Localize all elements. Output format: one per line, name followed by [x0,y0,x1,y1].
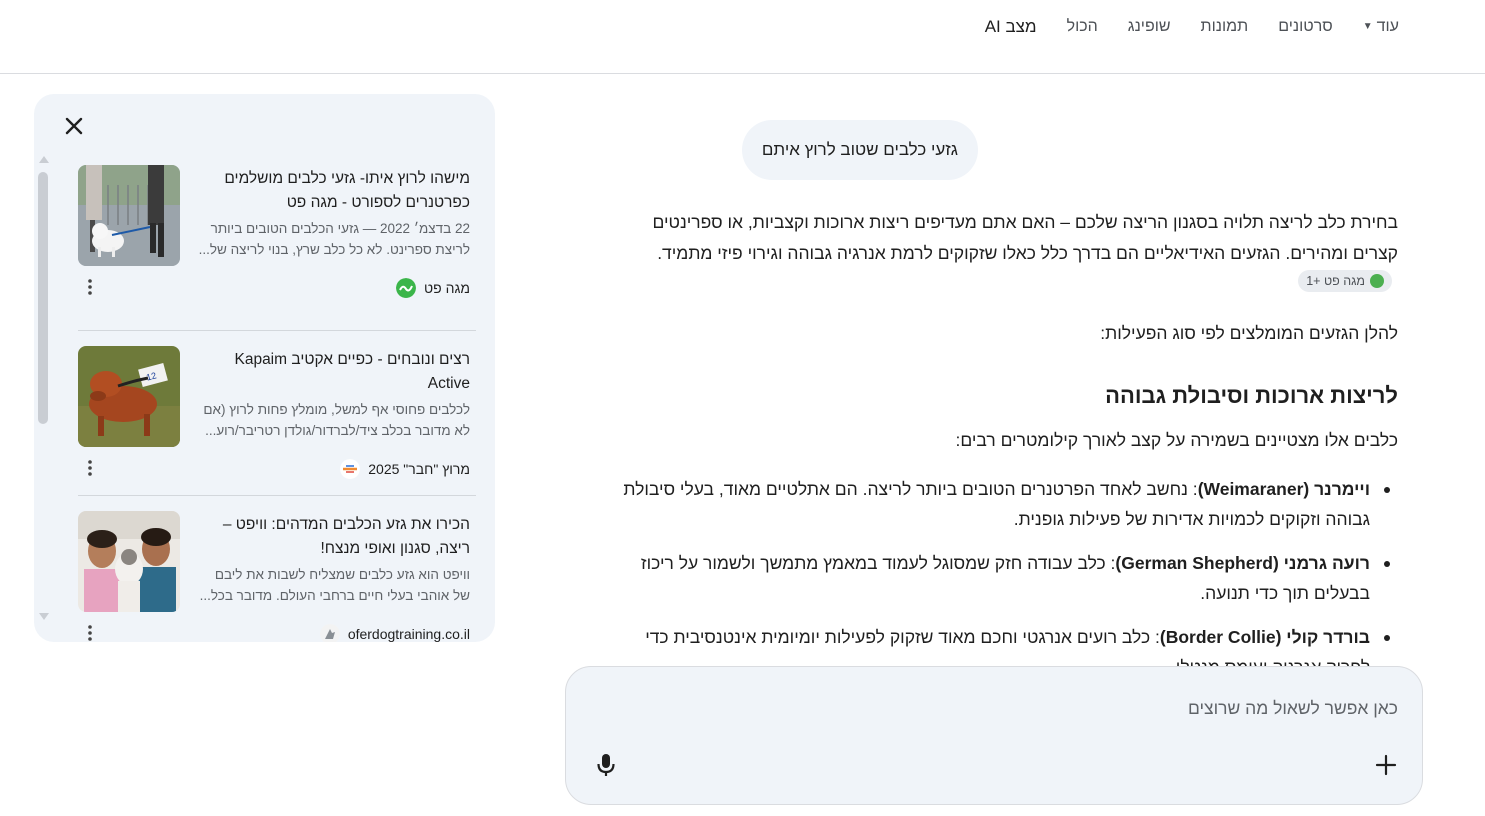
source-thumbnail [78,165,180,266]
sources-panel: מישהו לרוץ איתו- גזעי כלבים מושלמים כפרט… [34,94,495,642]
source-attribution: מגה פט [396,278,470,298]
megapet-favicon-icon [1370,274,1384,288]
caret-down-icon: ▼ [1362,21,1373,32]
list-item: ויימרנר (Weimaraner): נחשב לאחד הפרטנרים… [608,474,1398,534]
source-name: oferdogtraining.co.il [347,626,470,642]
tab-ai-mode[interactable]: מצב AI [985,16,1037,38]
list-item: רועה גרמני (German Shepherd): כלב עבודה … [608,548,1398,608]
megapet-favicon-icon [396,278,417,298]
lead-text: להלן הגזעים המומלצים לפי סוג הפעילות: [1100,323,1398,343]
ai-answer-area: גזעי כלבים שטוב לרוץ איתם בחירת כלב לריצ… [560,74,1420,666]
source-card[interactable]: 12 רצים ונובחים - כפיים אקטיב Kapaim Act… [78,330,476,495]
more-options-icon[interactable] [84,458,96,478]
citation-chip[interactable]: מגה פט +1 [1298,270,1392,292]
source-cards: מישהו לרוץ איתו- גזעי כלבים מושלמים כפרט… [78,165,476,642]
source-title[interactable]: מישהו לרוץ איתו- גזעי כלבים מושלמים כפרט… [200,167,470,215]
source-title[interactable]: הכירו את גזע הכלבים המדהים: וויפט – ריצה… [200,513,470,561]
list-item: בורדר קולי (Border Collie): כלב רועים אנ… [608,622,1398,666]
scroll-up-arrow-icon[interactable] [38,154,50,164]
more-options-icon[interactable] [84,277,96,297]
source-thumbnail: 12 [78,346,180,447]
ask-input[interactable] [698,695,1398,721]
intro-paragraph: בחירת כלב לריצה תלויה בסגנון הריצה שלכם … [608,207,1398,300]
section-intro: כלבים אלו מצטיינים בשמירה על קצב לאורך ק… [955,430,1399,450]
source-title[interactable]: רצים ונובחים - כפיים אקטיב Kapaim Active [200,348,470,396]
source-name: מגה פט [424,280,470,296]
source-snippet: 22 בדצמ׳ 2022 — גזעי הכלבים הטובים ביותר… [198,221,470,257]
close-icon[interactable] [62,114,86,138]
tab-shopping[interactable]: שופינג [1128,16,1171,38]
scroll-down-arrow-icon[interactable] [38,612,50,622]
tab-videos[interactable]: סרטונים [1278,16,1333,38]
citation-label: מגה פט +1 [1306,273,1365,288]
scrollbar-thumb[interactable] [38,172,48,424]
source-attribution: מרוץ "חבר" 2025 [340,459,470,479]
race-favicon-icon [340,459,361,479]
plus-icon[interactable] [1372,751,1400,779]
more-options-icon[interactable] [84,623,96,642]
answer-body: בחירת כלב לריצה תלויה בסגנון הריצה שלכם … [608,207,1398,666]
source-card[interactable]: מישהו לרוץ איתו- גזעי כלבים מושלמים כפרט… [78,165,476,330]
breed-name: בורדר קולי (Border Collie) [1159,627,1370,647]
breed-list: ויימרנר (Weimaraner): נחשב לאחד הפרטנרים… [608,474,1398,666]
mic-icon[interactable] [592,751,620,779]
source-attribution: oferdogtraining.co.il [319,624,470,642]
ask-input-box [565,666,1423,805]
source-card[interactable]: הכירו את גזע הכלבים המדהים: וויפט – ריצה… [78,495,476,642]
intro-text: בחירת כלב לריצה תלויה בסגנון הריצה שלכם … [652,212,1398,263]
tab-all[interactable]: הכול [1067,16,1098,38]
search-tabs: מצב AI הכול שופינג תמונות סרטונים עוד ▼ [985,16,1399,38]
tab-images[interactable]: תמונות [1201,16,1249,38]
source-snippet: לכלבים פחוסי אף למשל, מומלץ פחות לרוץ (א… [203,402,470,438]
top-nav: מצב AI הכול שופינג תמונות סרטונים עוד ▼ [0,0,1485,74]
breed-name: רועה גרמני (German Shepherd) [1115,553,1370,573]
breed-name: ויימרנר (Weimaraner) [1197,479,1370,499]
source-name: מרוץ "חבר" 2025 [368,461,470,477]
oferdog-favicon-icon [319,624,340,642]
section-heading: לריצות ארוכות וסיבולת גבוהה [1105,383,1398,408]
source-snippet: וויפט הוא גזע כלבים שמצליח לשבות את ליבם… [199,567,470,603]
tab-more[interactable]: עוד ▼ [1363,16,1399,38]
tab-more-label: עוד [1376,18,1399,35]
source-thumbnail [78,511,180,612]
user-query-bubble: גזעי כלבים שטוב לרוץ איתם [741,120,978,180]
